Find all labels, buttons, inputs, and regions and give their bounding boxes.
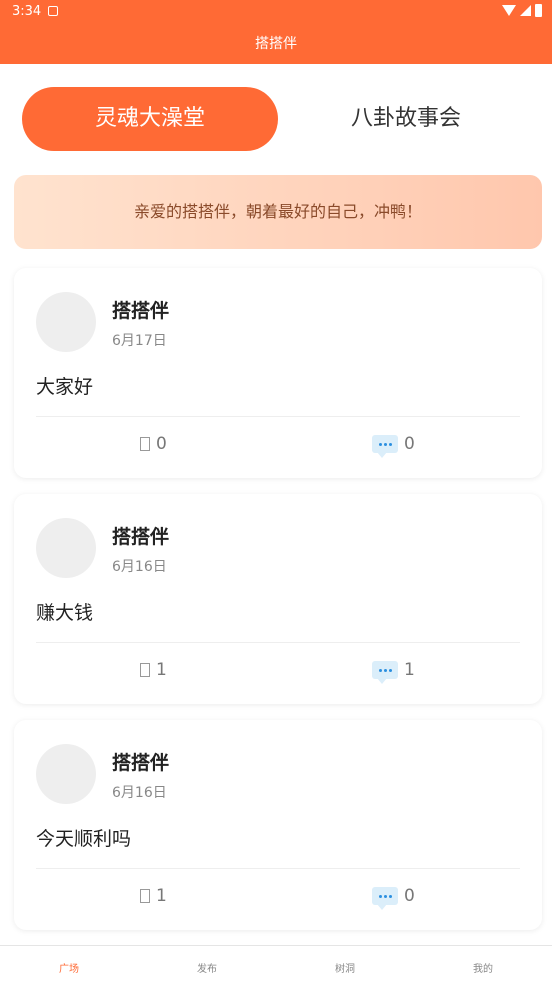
divider	[36, 416, 520, 417]
battery-icon	[535, 4, 542, 17]
nav-mine[interactable]: 我的	[414, 946, 552, 985]
post-username: 搭搭伴	[112, 300, 170, 322]
post-username: 搭搭伴	[112, 526, 170, 548]
comment-count: 0	[404, 886, 415, 906]
banner: 亲爱的搭搭伴，朝着最好的自己，冲鸭！	[14, 175, 542, 249]
comment-count: 0	[404, 434, 415, 454]
nav-publish[interactable]: 发布	[138, 946, 276, 985]
divider	[36, 868, 520, 869]
like-icon	[140, 663, 150, 677]
post-content: 大家好	[36, 376, 94, 398]
page-title: 搭搭伴	[0, 24, 552, 64]
post-date: 6月17日	[112, 333, 167, 349]
status-icons	[502, 4, 542, 17]
like-button[interactable]: 1	[140, 660, 167, 680]
nav-plaza[interactable]: 广场	[0, 946, 138, 985]
tab-gossip-stories[interactable]: 八卦故事会	[278, 87, 534, 151]
notification-icon	[48, 6, 58, 16]
comment-icon	[372, 435, 398, 458]
like-button[interactable]: 1	[140, 886, 167, 906]
post-card[interactable]: 搭搭伴 6月17日 大家好 0 0	[14, 268, 542, 478]
post-content: 赚大钱	[36, 602, 94, 624]
signal-icon	[520, 5, 531, 16]
comment-icon	[372, 887, 398, 910]
post-card[interactable]: 搭搭伴 6月16日 今天顺利吗 1 0	[14, 720, 542, 930]
comment-count: 1	[404, 660, 415, 680]
avatar[interactable]	[36, 518, 96, 578]
like-icon	[140, 889, 150, 903]
status-time: 3:34	[12, 4, 42, 19]
comment-button[interactable]: 1	[372, 660, 415, 684]
post-date: 6月16日	[112, 785, 167, 801]
like-icon	[140, 437, 150, 451]
wifi-icon	[502, 5, 516, 16]
post-content: 今天顺利吗	[36, 828, 132, 850]
post-username: 搭搭伴	[112, 752, 170, 774]
like-count: 1	[156, 886, 167, 906]
like-button[interactable]: 0	[140, 434, 167, 454]
tab-soul-bath[interactable]: 灵魂大澡堂	[22, 87, 278, 151]
post-card[interactable]: 搭搭伴 6月16日 赚大钱 1 1	[14, 494, 542, 704]
divider	[36, 642, 520, 643]
comment-button[interactable]: 0	[372, 886, 415, 910]
nav-tree-hole[interactable]: 树洞	[276, 946, 414, 985]
like-count: 0	[156, 434, 167, 454]
comment-button[interactable]: 0	[372, 434, 415, 458]
avatar[interactable]	[36, 292, 96, 352]
bottom-nav: 广场 发布 树洞 我的	[0, 945, 552, 985]
like-count: 1	[156, 660, 167, 680]
comment-icon	[372, 661, 398, 684]
status-bar: 3:34	[0, 0, 552, 24]
post-date: 6月16日	[112, 559, 167, 575]
avatar[interactable]	[36, 744, 96, 804]
